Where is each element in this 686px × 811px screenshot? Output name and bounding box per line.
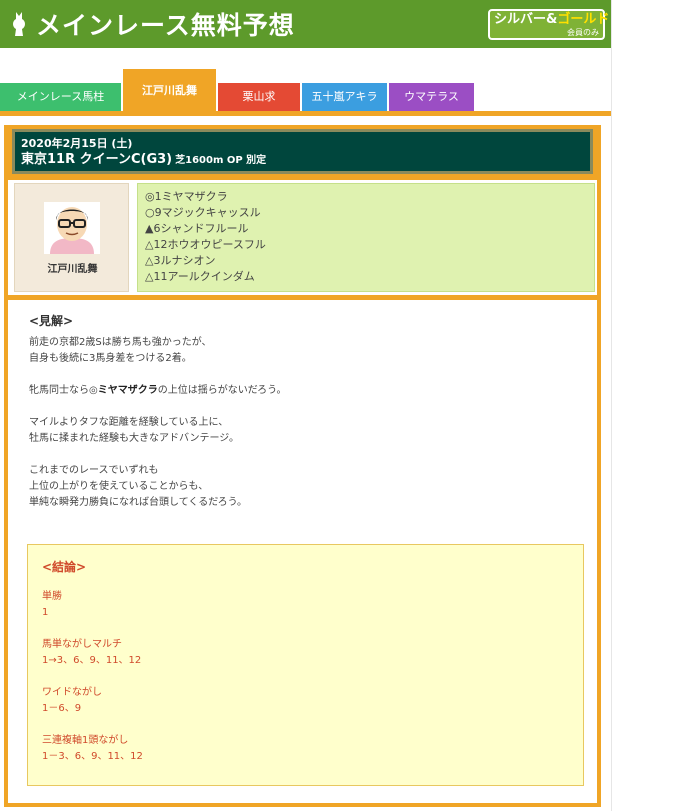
bet-type: ワイドながし — [42, 687, 102, 698]
bet-item: ワイドながし 1－6、9 — [42, 685, 569, 717]
race-condition: 芝1600m OP 別定 — [175, 155, 267, 166]
bet-value: 1－3、6、9、11、12 — [42, 751, 143, 762]
site-header: メインレース無料予想 シルバー&ゴールド 会員のみ — [0, 0, 611, 48]
analysis-heading: <見解> — [29, 314, 74, 328]
bet-value: 1→3、6、9、11、12 — [42, 655, 142, 666]
badge-gold-label: ゴールド — [557, 12, 610, 27]
page-edge — [611, 0, 612, 811]
tab-igarashi-akira[interactable]: 五十嵐アキラ — [302, 83, 387, 111]
conclusion-box: <結論> 単勝 1 馬単ながしマルチ 1→3、6、9、11、12 ワイドながし … — [27, 544, 584, 786]
members-only-badge[interactable]: シルバー&ゴールド 会員のみ — [488, 9, 609, 40]
analysis-section: <見解> 前走の京都2歳Sは勝ち馬も強かったが、 自身も後続に3馬身差をつける2… — [8, 300, 597, 803]
analysis-paragraph-3: マイルよりタフな距離を経験している上に、 牡馬に揉まれた経験も大きなアドバンテー… — [29, 417, 239, 444]
tab-bar: メインレース馬柱 江戸川乱舞 栗山求 五十嵐アキラ ウマテラス — [0, 69, 611, 116]
analysis-paragraph-1: 前走の京都2歳Sは勝ち馬も強かったが、 自身も後続に3馬身差をつける2着。 — [29, 337, 212, 364]
prediction-row: 江戸川乱舞 ◎1ミヤマザクラ ○9マジックキャッスル ▲6シャンドフルール △1… — [8, 180, 597, 295]
bet-type: 馬単ながしマルチ — [42, 639, 122, 650]
tipster-name: 江戸川乱舞 — [47, 264, 98, 275]
race-name: 東京11R クイーンC(G3) — [21, 152, 173, 167]
tipster-avatar-icon — [44, 202, 100, 254]
bet-type: 単勝 — [42, 591, 62, 602]
bet-value: 1－6、9 — [42, 703, 82, 714]
bet-type: 三連複軸1頭ながし — [42, 735, 129, 746]
pick-taikou: ○9マジックキャッスル — [145, 206, 261, 219]
race-header: 2020年2月15日 (土) 東京11R クイーンC(G3) 芝1600m OP … — [12, 129, 593, 174]
pick-honmei: ◎1ミヤマザクラ — [145, 190, 228, 203]
tab-umaterasu[interactable]: ウマテラス — [389, 83, 474, 111]
analysis-paragraph-4: これまでのレースでいずれも 上位の上がりを使えていることからも、 単純な瞬発力勝… — [29, 465, 247, 508]
page: メインレース無料予想 シルバー&ゴールド 会員のみ メインレース馬柱 江戸川乱舞… — [0, 0, 611, 811]
page-title: メインレース無料予想 — [36, 11, 295, 40]
pick-list: ◎1ミヤマザクラ ○9マジックキャッスル ▲6シャンドフルール △12ホウオウピ… — [137, 183, 595, 292]
tab-edogawa-ranbu[interactable]: 江戸川乱舞 — [123, 69, 216, 113]
pick-tanana: ▲6シャンドフルール — [145, 222, 249, 235]
highlighted-horse-name: ミヤマザクラ — [97, 385, 158, 396]
badge-silver-label: シルバー& — [494, 12, 558, 27]
race-date: 2020年2月15日 (土) — [21, 137, 133, 150]
tipster-card: 江戸川乱舞 — [14, 183, 129, 292]
pick-renshita-3: △11アールクインダム — [145, 270, 255, 283]
bet-item: 単勝 1 — [42, 589, 569, 621]
prediction-panel: 2020年2月15日 (土) 東京11R クイーンC(G3) 芝1600m OP … — [4, 125, 601, 807]
tab-main-race-card[interactable]: メインレース馬柱 — [0, 83, 121, 111]
tab-underline — [0, 111, 611, 116]
pick-renshita-1: △12ホウオウピースフル — [145, 238, 266, 251]
bet-value: 1 — [42, 607, 49, 618]
pick-renshita-2: △3ルナシオン — [145, 254, 216, 267]
tab-kuriyama-motomu[interactable]: 栗山求 — [218, 83, 300, 111]
bet-item: 馬単ながしマルチ 1→3、6、9、11、12 — [42, 637, 569, 669]
horse-logo-icon — [13, 12, 25, 36]
bet-item: 三連複軸1頭ながし 1－3、6、9、11、12 — [42, 733, 569, 765]
conclusion-heading: <結論> — [42, 560, 87, 574]
badge-sub-label: 会員のみ — [567, 28, 599, 37]
analysis-paragraph-2: 牝馬同士なら◎ミヤマザクラの上位は揺らがないだろう。 — [29, 385, 287, 396]
